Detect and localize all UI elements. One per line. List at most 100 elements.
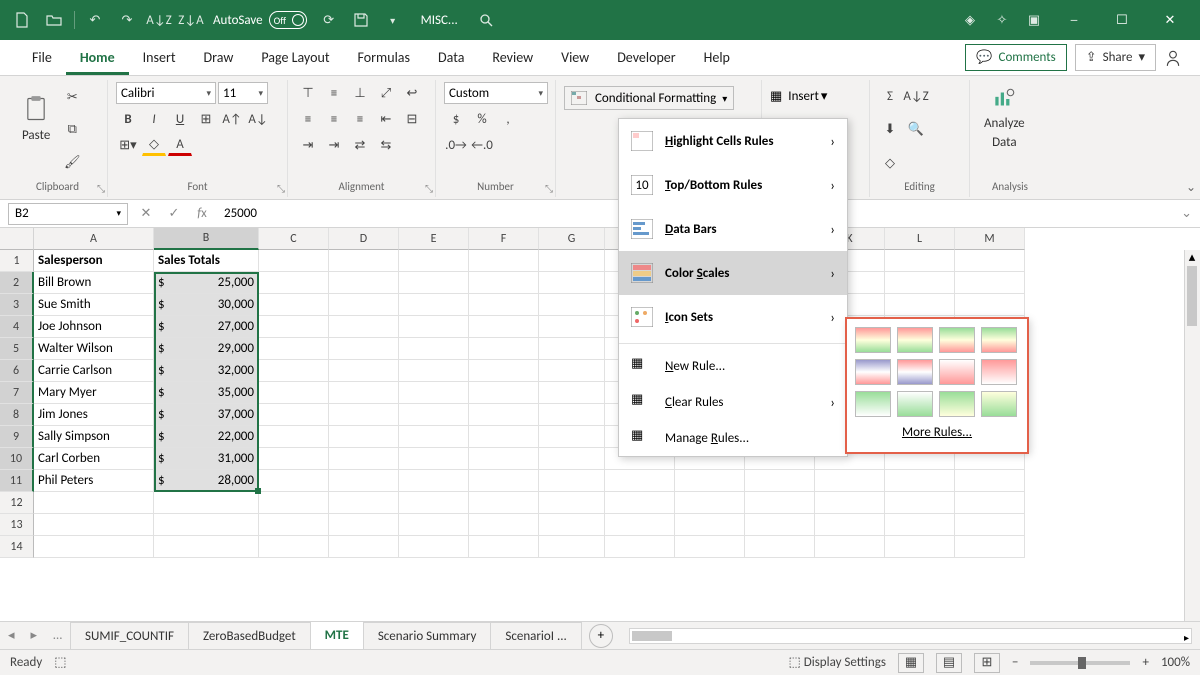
- copy-icon[interactable]: ⧉: [60, 119, 84, 141]
- expand-formula-icon[interactable]: ⌄: [1173, 206, 1200, 221]
- cell[interactable]: [605, 470, 675, 492]
- grow-font-icon[interactable]: A↑: [220, 108, 244, 130]
- color-scale-option[interactable]: [981, 391, 1017, 417]
- cell[interactable]: [259, 382, 329, 404]
- sheet-tab[interactable]: SUMIF_COUNTIF: [70, 622, 189, 650]
- cell[interactable]: [399, 404, 469, 426]
- cell[interactable]: [154, 536, 259, 558]
- cell[interactable]: $27,000: [154, 316, 259, 338]
- vertical-scrollbar[interactable]: ▴: [1184, 250, 1200, 621]
- cell[interactable]: Mary Myer: [34, 382, 154, 404]
- open-icon[interactable]: [40, 6, 68, 34]
- zoom-level[interactable]: 100%: [1161, 655, 1190, 670]
- cell[interactable]: Joe Johnson: [34, 316, 154, 338]
- cell[interactable]: [955, 250, 1025, 272]
- cell[interactable]: [469, 404, 539, 426]
- cell[interactable]: [329, 426, 399, 448]
- comma-icon[interactable]: ,: [496, 108, 520, 130]
- cell[interactable]: [259, 338, 329, 360]
- cell[interactable]: [539, 514, 605, 536]
- format-painter-icon[interactable]: 🖌: [60, 152, 84, 174]
- font-size-combo[interactable]: 11▾: [218, 82, 268, 104]
- cell[interactable]: [955, 470, 1025, 492]
- sheet-nav-more[interactable]: …: [45, 628, 70, 643]
- cell[interactable]: [675, 514, 745, 536]
- sheet-tab[interactable]: ZeroBasedBudget: [188, 622, 311, 650]
- sheet-nav-prev[interactable]: ◂: [0, 628, 23, 643]
- cell[interactable]: [605, 536, 675, 558]
- close-button[interactable]: ✕: [1148, 0, 1192, 40]
- cell[interactable]: [539, 316, 605, 338]
- column-header[interactable]: D: [329, 228, 399, 250]
- cell[interactable]: [154, 492, 259, 514]
- cell[interactable]: [259, 426, 329, 448]
- orientation-icon[interactable]: ⤢: [374, 82, 398, 104]
- cell[interactable]: [539, 338, 605, 360]
- cell[interactable]: [329, 448, 399, 470]
- magic-icon[interactable]: ✧: [988, 6, 1016, 34]
- qat-dropdown[interactable]: ▾: [379, 6, 407, 34]
- clear-icon[interactable]: ◇: [878, 152, 902, 174]
- color-scale-option[interactable]: [855, 391, 891, 417]
- cell[interactable]: Phil Peters: [34, 470, 154, 492]
- cell[interactable]: [259, 514, 329, 536]
- cell[interactable]: [955, 492, 1025, 514]
- row-header[interactable]: 2: [0, 272, 34, 294]
- column-header[interactable]: F: [469, 228, 539, 250]
- column-header[interactable]: G: [539, 228, 605, 250]
- cell[interactable]: $30,000: [154, 294, 259, 316]
- cell[interactable]: [815, 536, 885, 558]
- sheet-nav-next[interactable]: ▸: [23, 628, 46, 643]
- cell[interactable]: [885, 294, 955, 316]
- merge-icon[interactable]: ⊟: [400, 108, 424, 130]
- sort-filter-icon[interactable]: A↓Z: [904, 86, 928, 108]
- border-button[interactable]: ⊞: [194, 108, 218, 130]
- diamond-icon[interactable]: ◈: [956, 6, 984, 34]
- row-header[interactable]: 1: [0, 250, 34, 272]
- color-scale-option[interactable]: [897, 391, 933, 417]
- page-layout-view-icon[interactable]: ▤: [936, 653, 962, 673]
- row-header[interactable]: 8: [0, 404, 34, 426]
- cell[interactable]: [399, 514, 469, 536]
- cell[interactable]: [885, 492, 955, 514]
- fill-icon[interactable]: ⬇: [878, 119, 902, 141]
- cell[interactable]: [605, 514, 675, 536]
- cell[interactable]: $32,000: [154, 360, 259, 382]
- color-scale-option[interactable]: [939, 391, 975, 417]
- cell[interactable]: [329, 404, 399, 426]
- sort-asc-icon[interactable]: A↓Z: [145, 6, 173, 34]
- cell[interactable]: $22,000: [154, 426, 259, 448]
- cell[interactable]: [539, 272, 605, 294]
- align-center-icon[interactable]: ≡: [322, 108, 346, 130]
- inc-decimal-icon[interactable]: .0→: [444, 134, 468, 156]
- cell[interactable]: [745, 514, 815, 536]
- cell[interactable]: [259, 404, 329, 426]
- person-icon[interactable]: [1164, 49, 1192, 67]
- color-scale-option[interactable]: [981, 327, 1017, 353]
- cell[interactable]: [259, 448, 329, 470]
- cell[interactable]: $37,000: [154, 404, 259, 426]
- cut-icon[interactable]: ✂: [60, 86, 84, 108]
- normal-view-icon[interactable]: ▦: [898, 653, 924, 673]
- underline-button[interactable]: U: [168, 108, 192, 130]
- align-right-icon[interactable]: ≡: [348, 108, 372, 130]
- cell[interactable]: [539, 250, 605, 272]
- cell[interactable]: [745, 492, 815, 514]
- font-launcher[interactable]: ⤡: [277, 182, 285, 195]
- cell[interactable]: [469, 536, 539, 558]
- sheet-tab-active[interactable]: MTE: [310, 621, 364, 651]
- cell[interactable]: [399, 426, 469, 448]
- cell[interactable]: Bill Brown: [34, 272, 154, 294]
- cell[interactable]: $25,000: [154, 272, 259, 294]
- cell[interactable]: [469, 294, 539, 316]
- cell[interactable]: [399, 294, 469, 316]
- paste-button[interactable]: Paste: [16, 82, 56, 154]
- zoom-in-button[interactable]: +: [1142, 655, 1148, 670]
- new-file-icon[interactable]: [8, 6, 36, 34]
- cell[interactable]: [539, 492, 605, 514]
- cell[interactable]: [745, 536, 815, 558]
- undo-icon[interactable]: ↶: [81, 6, 109, 34]
- color-scale-option[interactable]: [855, 359, 891, 385]
- cell[interactable]: $31,000: [154, 448, 259, 470]
- cell[interactable]: $29,000: [154, 338, 259, 360]
